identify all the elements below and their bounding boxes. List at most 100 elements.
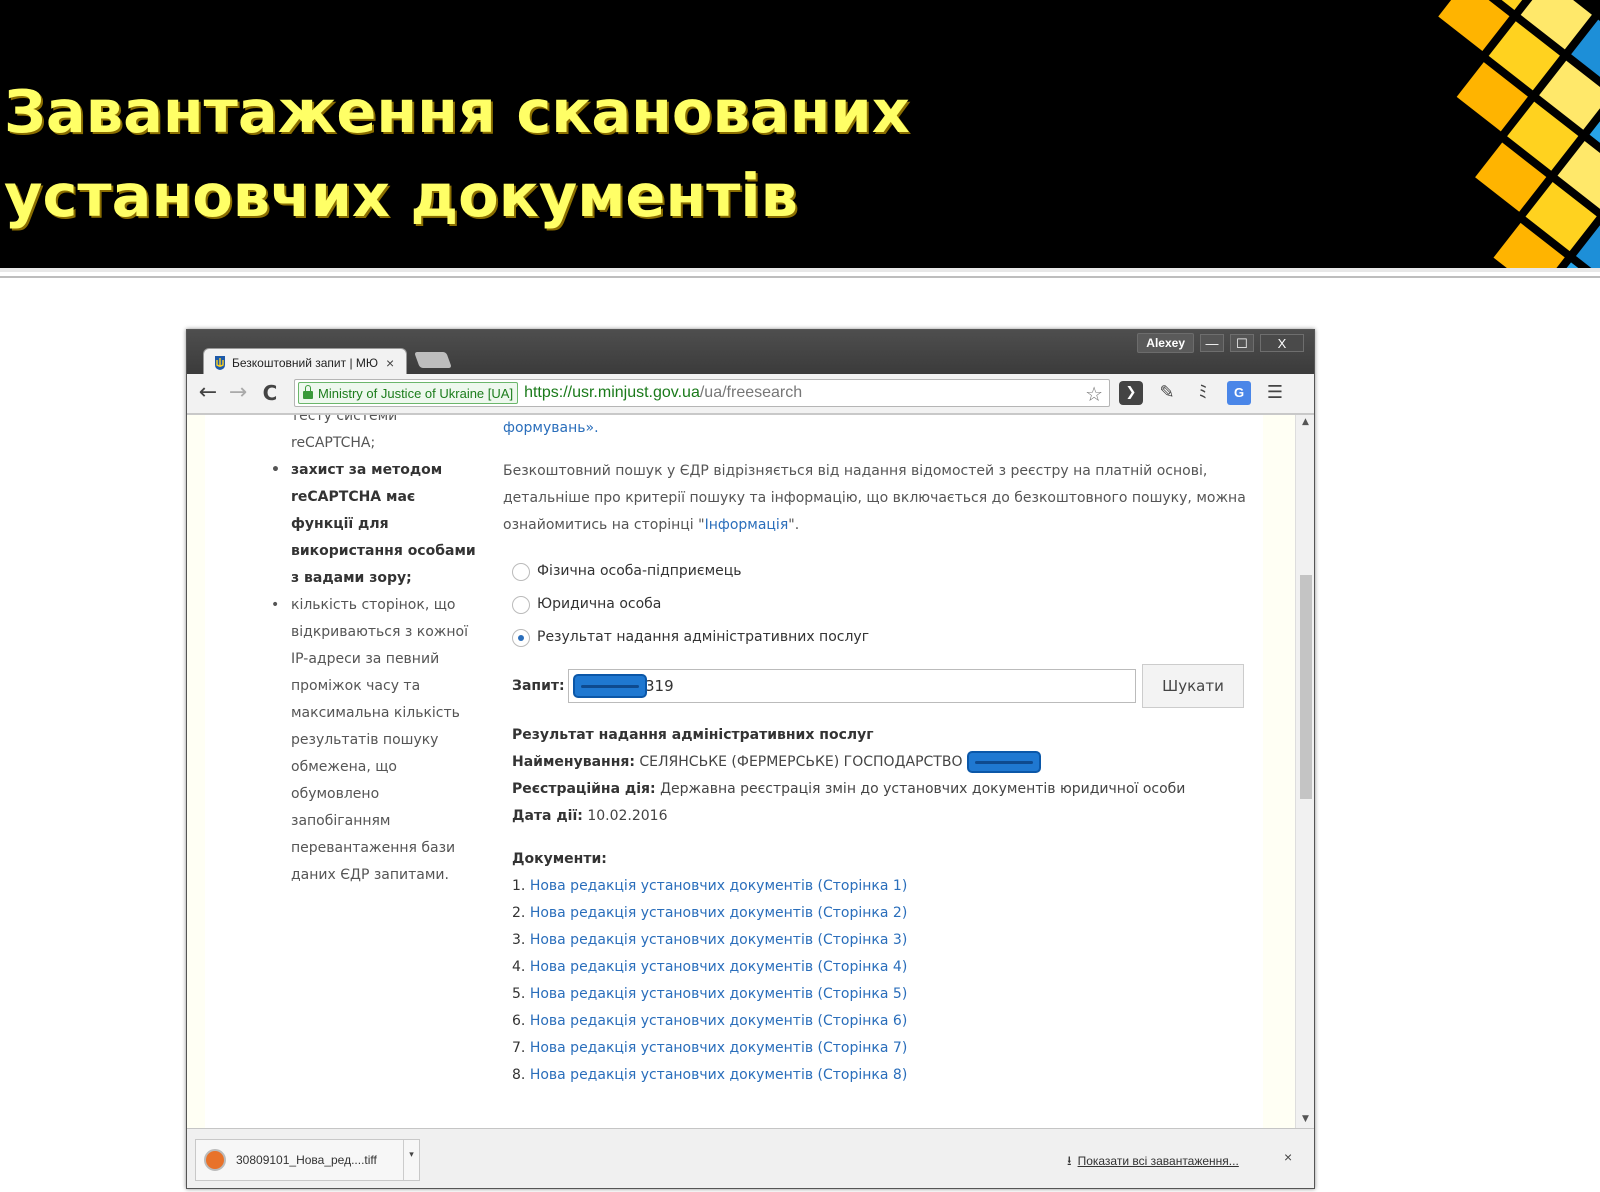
document-link[interactable]: Нова редакція установчих документів (Сто… [530,986,907,1002]
redaction-mark [966,751,1041,773]
search-type-radios: Фізична особа-підприємець Юридична особа… [503,555,1253,654]
bullet: • [271,597,280,613]
reload-button[interactable]: C [257,380,283,406]
info-text-end: ". [788,517,800,533]
name-label: Найменування: [512,754,635,770]
document-number: 1. [512,878,526,894]
redaction-mark [573,674,647,698]
search-panel: формувань». Безкоштовний пошук у ЄДР від… [503,415,1253,1089]
radio-label: Фізична особа-підприємець [537,563,742,579]
radio-button[interactable] [512,562,530,581]
ev-certificate-badge[interactable]: Ministry of Justice of Ukraine [UA] [298,382,519,404]
window-controls: Alexey — ☐ X [1137,333,1304,353]
radio-button-selected[interactable] [512,628,530,647]
document-link[interactable]: Нова редакція установчих документів (Сто… [530,905,907,921]
tab-title: Безкоштовний запит | МЮ [232,355,379,370]
document-number: 4. [512,959,526,975]
page-content: тесту системи reCAPTCHA; • захист за мето… [205,415,1263,1128]
search-button[interactable]: Шукати [1142,664,1244,708]
title-bar: Alexey — ☐ X Безкоштовний запит | МЮ × [187,330,1314,376]
result-block: Результат надання адміністративних послу… [512,722,1253,1089]
bookmark-star-icon[interactable]: ☆ [1085,382,1103,406]
scroll-thumb[interactable] [1300,575,1312,799]
query-row: Запит: 319 Шукати [512,664,1253,708]
new-tab-button[interactable] [414,352,452,368]
document-link[interactable]: Нова редакція установчих документів (Сто… [530,959,907,975]
date-value: 10.02.2016 [587,808,668,824]
radio-legal-entity[interactable]: Юридична особа [503,588,1253,621]
lock-icon [303,385,313,399]
sidebar-cut-line: тесту системи reCAPTCHA; [291,415,398,451]
top-link[interactable]: формувань». [503,415,1253,442]
chevron-down-icon[interactable]: ▾ [403,1140,419,1180]
browser-window: Alexey — ☐ X Безкоштовний запит | МЮ × ←… [186,329,1315,1189]
document-link[interactable]: Нова редакція установчих документів (Сто… [530,1040,907,1056]
document-number: 6. [512,1013,526,1029]
extension-icons: ❯ ✎ ﾐ G ☰ [1119,381,1287,405]
document-link[interactable]: Нова редакція установчих документів (Сто… [530,878,907,894]
ukraine-emblem-icon [215,355,225,370]
info-text: Безкоштовний пошук у ЄДР відрізняється в… [503,463,1246,533]
document-link[interactable]: Нова редакція установчих документів (Сто… [530,932,907,948]
sidebar-item-text: кількість сторінок, що відкриваються з к… [291,597,468,883]
info-link[interactable]: Інформація [705,517,789,533]
radio-admin-services[interactable]: Результат надання адміністративних послу… [503,621,1253,654]
download-item[interactable]: 30809101_Нова_ред....tiff ▾ [195,1139,420,1181]
close-shelf-icon[interactable]: × [1284,1149,1292,1165]
page-viewport: тесту системи reCAPTCHA; • захист за мето… [187,415,1295,1128]
sidebar-notes: тесту системи reCAPTCHA; • захист за мето… [247,415,477,889]
show-all-downloads-link[interactable]: ⭳ Показати всі завантаження... [1067,1152,1239,1174]
minimize-button[interactable]: — [1200,334,1224,352]
document-item: 1. Нова редакція установчих документів (… [512,873,1253,900]
ev-certificate-label: Ministry of Justice of Ukraine [UA] [318,385,514,401]
document-number: 5. [512,986,526,1002]
sidebar-list: • захист за методом reCAPTCHA має функції… [247,457,477,889]
close-window-button[interactable]: X [1260,334,1304,352]
dictionary-icon[interactable]: ﾐ [1191,381,1215,405]
document-number: 2. [512,905,526,921]
radio-label: Юридична особа [537,596,662,612]
slide-title: Завантаження сканованих установчих докум… [4,77,910,230]
scroll-up-icon[interactable]: ▲ [1302,417,1309,427]
document-item: 4. Нова редакція установчих документів (… [512,954,1253,981]
document-item: 3. Нова редакція установчих документів (… [512,927,1253,954]
info-paragraph: Безкоштовний пошук у ЄДР відрізняється в… [503,458,1253,539]
tab-active[interactable]: Безкоштовний запит | МЮ × [203,348,407,376]
radio-button[interactable] [512,595,530,614]
document-number: 7. [512,1040,526,1056]
download-shelf: 30809101_Нова_ред....tiff ▾ ⭳ Показати вс… [187,1128,1314,1188]
query-input[interactable]: 319 [568,669,1136,703]
action-value: Державна реєстрація змін до установчих д… [660,781,1186,797]
query-value: 319 [645,677,674,695]
address-bar[interactable]: Ministry of Justice of Ukraine [UA] http… [294,379,1110,407]
documents-heading: Документи: [512,851,607,867]
document-item: 8. Нова редакція установчих документів (… [512,1062,1253,1089]
google-translate-icon[interactable]: G [1227,381,1251,405]
back-button[interactable]: ← [195,380,221,406]
document-link[interactable]: Нова редакція установчих документів (Сто… [530,1013,907,1029]
document-item: 6. Нова редакція установчих документів (… [512,1008,1253,1035]
maximize-button[interactable]: ☐ [1230,334,1254,352]
sidebar-item: • кількість сторінок, що відкриваються з … [271,592,477,889]
slide-divider [0,268,1600,278]
evernote-icon[interactable]: ✎ [1155,381,1179,405]
profile-badge[interactable]: Alexey [1137,333,1194,353]
radio-individual[interactable]: Фізична особа-підприємець [503,555,1253,588]
forward-button[interactable]: → [225,380,251,406]
download-file-name: 30809101_Нова_ред....tiff [236,1153,377,1167]
document-link[interactable]: Нова редакція установчих документів (Сто… [530,1067,907,1083]
action-label: Реєстраційна дія: [512,781,656,797]
result-action-row: Реєстраційна дія: Державна реєстрація зм… [512,776,1253,803]
menu-icon[interactable]: ☰ [1263,381,1287,405]
bullet: • [271,462,280,478]
query-label: Запит: [512,677,565,694]
url-host: https://usr.minjust.gov.ua [524,384,700,401]
toolbar: ← → C Ministry of Justice of Ukraine [UA… [187,374,1314,414]
scroll-down-icon[interactable]: ▼ [1302,1114,1309,1124]
tab-close-icon[interactable]: × [386,355,394,371]
vertical-scrollbar[interactable]: ▲ ▼ [1295,415,1314,1128]
sidebar-item: • захист за методом reCAPTCHA має функції… [271,457,477,592]
download-arrow-icon: ⭳ [1067,1153,1072,1168]
result-name-row: Найменування: СЕЛЯНСЬКЕ (ФЕРМЕРСЬКЕ) ГОС… [512,749,1253,776]
pocket-icon[interactable]: ❯ [1119,381,1143,405]
